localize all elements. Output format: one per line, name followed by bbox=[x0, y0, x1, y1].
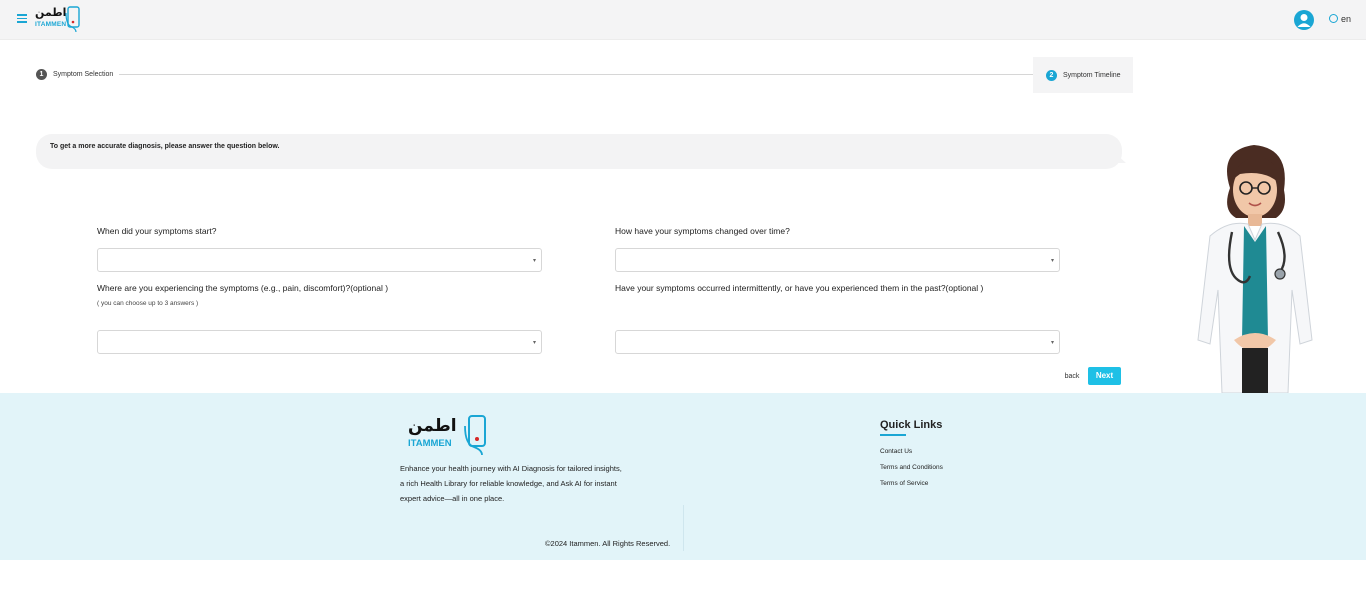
chevron-down-icon: ▾ bbox=[1050, 258, 1054, 264]
stepper: 1 Symptom Selection 2 Symptom Timeline bbox=[36, 57, 1133, 93]
footer-logo[interactable]: اطمن ITAMMEN bbox=[406, 412, 496, 458]
language-label: en bbox=[1341, 14, 1352, 24]
next-button[interactable]: Next bbox=[1088, 367, 1121, 385]
step-label: Symptom Selection bbox=[53, 71, 114, 78]
step-label: Symptom Timeline bbox=[1063, 71, 1121, 79]
step-number: 1 bbox=[36, 69, 47, 80]
phone-stethoscope-icon bbox=[464, 415, 486, 456]
terms-and-conditions-link[interactable]: Terms and Conditions bbox=[880, 464, 943, 471]
back-button[interactable]: back bbox=[1060, 369, 1084, 385]
language-selector[interactable]: en bbox=[1329, 14, 1351, 24]
symptoms-history-select[interactable]: ▾ bbox=[615, 330, 1060, 354]
chevron-down-icon: ▾ bbox=[532, 258, 536, 264]
symptoms-location-select[interactable]: ▾ bbox=[97, 330, 542, 354]
top-bar: اطمن ITAMMEN en bbox=[0, 0, 1366, 40]
symptoms-start-select[interactable]: ▾ bbox=[97, 248, 542, 272]
doctor-illustration bbox=[1197, 145, 1313, 393]
logo-arabic-text: اطمن bbox=[35, 6, 67, 19]
prompt-text: To get a more accurate diagnosis, please… bbox=[50, 143, 280, 150]
quick-links-title: Quick Links bbox=[880, 419, 943, 431]
question-symptoms-location-label: Where are you experiencing the symptoms … bbox=[97, 283, 389, 293]
phone-stethoscope-icon bbox=[65, 6, 80, 33]
hamburger-menu-icon[interactable] bbox=[17, 14, 27, 23]
footer-description-line: a rich Health Library for reliable knowl… bbox=[400, 479, 617, 488]
step-symptom-selection[interactable]: 1 Symptom Selection bbox=[36, 69, 113, 80]
question-symptoms-history-label: Have your symptoms occurred intermittent… bbox=[615, 283, 984, 293]
user-avatar-icon[interactable] bbox=[1294, 10, 1314, 30]
header-logo[interactable]: اطمن ITAMMEN bbox=[33, 4, 85, 34]
symptoms-change-select[interactable]: ▾ bbox=[615, 248, 1060, 272]
footer-description-line: expert advice—all in one place. bbox=[400, 494, 505, 503]
footer-logo-arabic-text: اطمن bbox=[408, 416, 457, 436]
question-symptoms-location-hint: ( you can choose up to 3 answers ) bbox=[97, 300, 199, 307]
step-symptom-timeline[interactable]: 2 Symptom Timeline bbox=[1033, 57, 1133, 93]
question-symptoms-change-label: How have your symptoms changed over time… bbox=[615, 226, 790, 236]
footer-logo-text: ITAMMEN bbox=[408, 438, 452, 449]
copyright-text: ©2024 Itammen. All Rights Reserved. bbox=[545, 539, 671, 548]
footer-description-line: Enhance your health journey with AI Diag… bbox=[400, 464, 622, 473]
contact-us-link[interactable]: Contact Us bbox=[880, 448, 912, 455]
terms-of-service-link[interactable]: Terms of Service bbox=[880, 480, 928, 487]
chevron-down-icon: ▾ bbox=[1050, 340, 1054, 346]
chevron-down-icon: ▾ bbox=[532, 340, 536, 346]
footer: اطمن ITAMMEN Enhance your health journey… bbox=[0, 393, 1366, 560]
bubble-tail bbox=[1114, 152, 1126, 163]
step-number: 2 bbox=[1046, 69, 1057, 81]
globe-icon bbox=[1329, 14, 1338, 23]
prompt-bubble: To get a more accurate diagnosis, please… bbox=[36, 134, 1122, 169]
footer-description: Enhance your health journey with AI Diag… bbox=[400, 461, 650, 506]
logo-text: ITAMMEN bbox=[35, 21, 67, 28]
question-symptoms-start-label: When did your symptoms start? bbox=[97, 226, 217, 236]
quick-links-underline bbox=[880, 434, 906, 436]
footer-divider bbox=[683, 505, 684, 551]
step-connector bbox=[119, 74, 1033, 75]
